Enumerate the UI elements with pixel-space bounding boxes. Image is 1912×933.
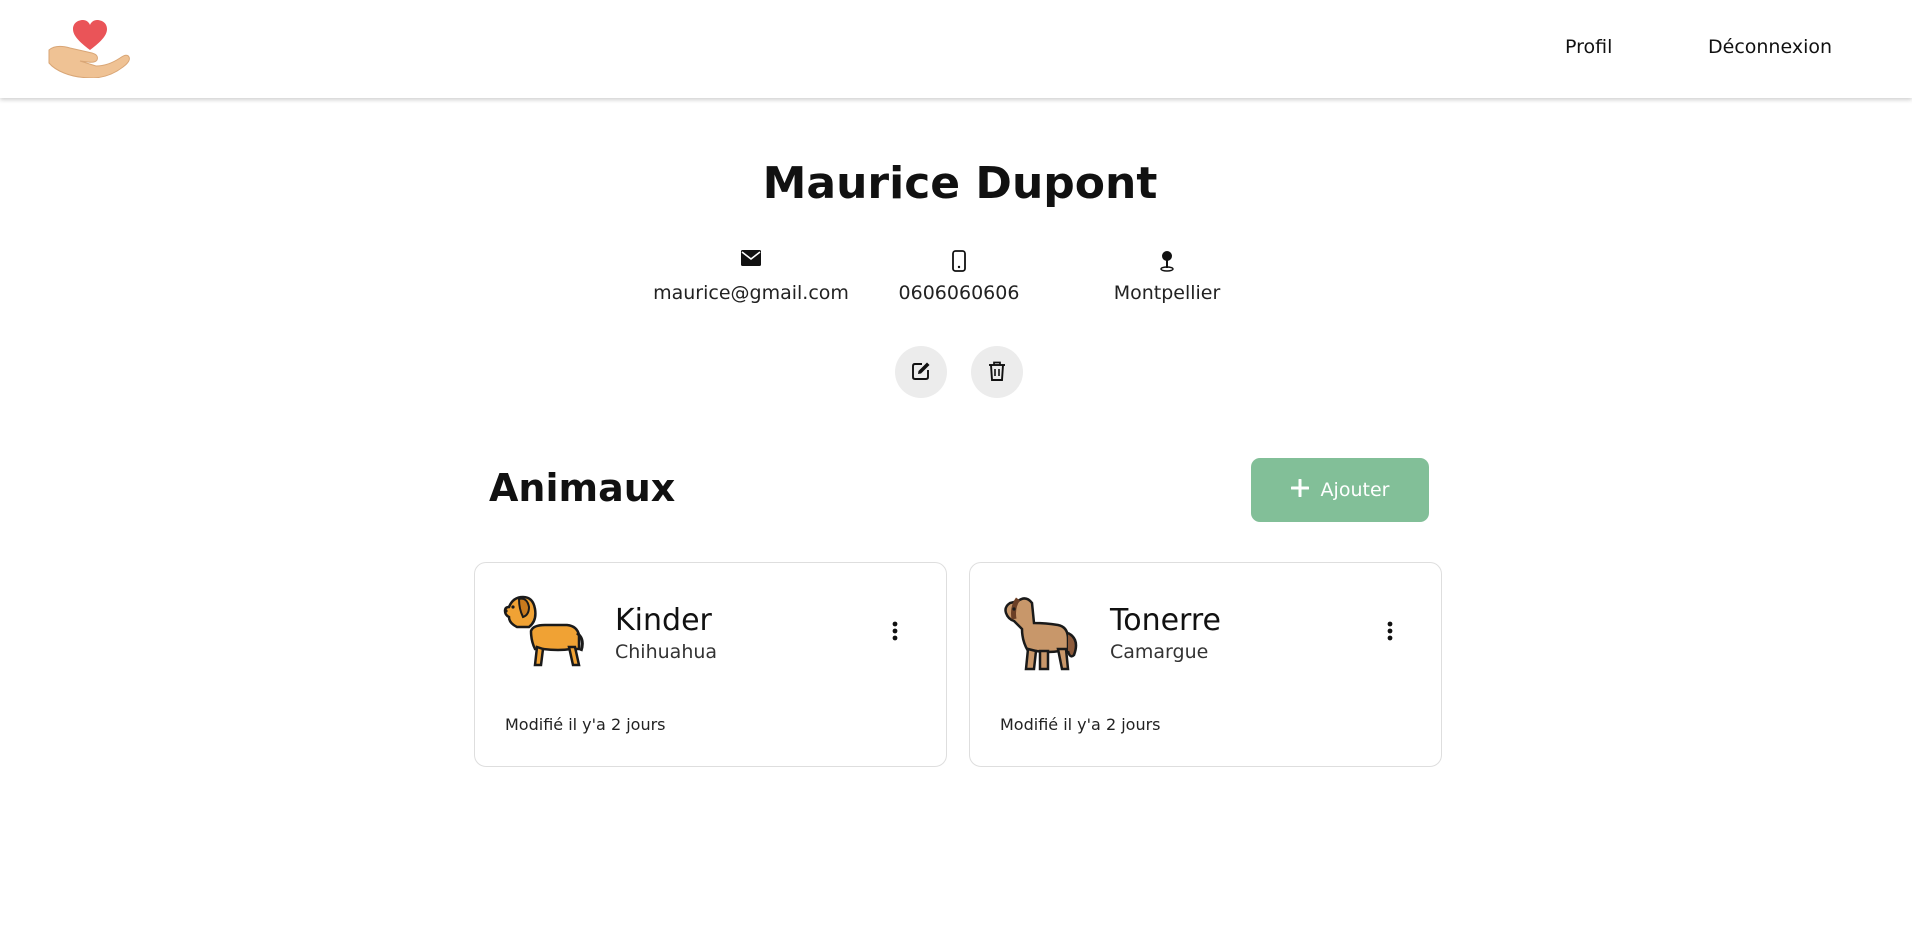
- profile-phone-text: 0606060606: [898, 282, 1020, 304]
- profile-name: Maurice Dupont: [762, 158, 1158, 209]
- trash-icon: [988, 361, 1006, 384]
- profile-city-text: Montpellier: [1113, 282, 1221, 304]
- animals-section-title: Animaux: [489, 466, 676, 510]
- nav-profil-link[interactable]: Profil: [1565, 36, 1612, 58]
- animal-modified-date: Modifié il y'a 2 jours: [1000, 715, 1161, 734]
- animal-options-button[interactable]: [1378, 617, 1402, 647]
- map-pin-icon: [1057, 250, 1277, 272]
- dog-icon: [503, 593, 587, 673]
- kebab-menu-icon: [1387, 621, 1393, 644]
- phone-icon: [849, 250, 1069, 272]
- profile-city: Montpellier: [1057, 250, 1277, 304]
- animal-card[interactable]: Tonerre Camargue Modifié il y'a 2 jours: [969, 562, 1442, 767]
- edit-icon: [911, 361, 931, 384]
- horse-icon: [998, 593, 1082, 673]
- animal-breed: Chihuahua: [615, 641, 718, 663]
- animal-name: Kinder: [615, 603, 712, 638]
- animal-options-button[interactable]: [883, 617, 907, 647]
- edit-profile-button[interactable]: [895, 346, 947, 398]
- animal-card[interactable]: Kinder Chihuahua Modifié il y'a 2 jours: [474, 562, 947, 767]
- kebab-menu-icon: [892, 621, 898, 644]
- add-animal-label: Ajouter: [1320, 479, 1390, 501]
- envelope-icon: [641, 250, 861, 272]
- animal-breed: Camargue: [1110, 641, 1209, 663]
- profile-email-text: maurice@gmail.com: [653, 282, 849, 304]
- nav-logout-link[interactable]: Déconnexion: [1708, 36, 1832, 58]
- delete-profile-button[interactable]: [971, 346, 1023, 398]
- add-animal-button[interactable]: Ajouter: [1251, 458, 1429, 522]
- navbar: Profil Déconnexion: [0, 0, 1912, 98]
- animal-name: Tonerre: [1110, 603, 1221, 638]
- profile-email: maurice@gmail.com: [641, 250, 861, 304]
- profile-phone: 0606060606: [849, 250, 1069, 304]
- animal-modified-date: Modifié il y'a 2 jours: [505, 715, 666, 734]
- heart-in-hand-icon[interactable]: [46, 20, 134, 79]
- plus-icon: [1290, 478, 1310, 502]
